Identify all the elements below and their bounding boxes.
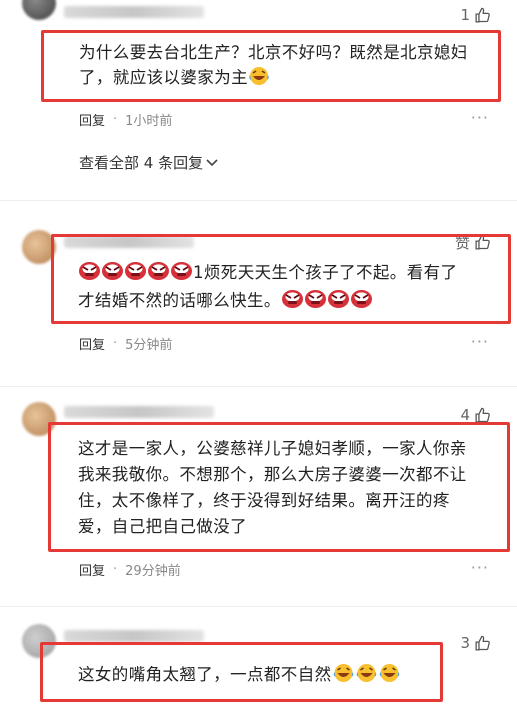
- thumbs-up-icon: [475, 635, 490, 651]
- divider: [0, 200, 517, 201]
- username-redacted: [64, 630, 204, 642]
- comment-line: 1烦死天天生个孩子了不起。看有了: [78, 260, 503, 288]
- angry-emoji-icon: [327, 289, 350, 316]
- like-count: 3: [460, 634, 470, 652]
- comment-4: 3 这女的嘴角太翘了，一点都不自然: [0, 618, 517, 709]
- like-button[interactable]: 3: [460, 634, 491, 652]
- comment-meta: 回复 · 5分钟前: [79, 334, 172, 353]
- more-options-button[interactable]: ···: [471, 108, 489, 127]
- reply-button[interactable]: 回复: [79, 560, 105, 579]
- separator-dot: ·: [113, 112, 118, 127]
- angry-emoji-icon: [170, 261, 193, 288]
- username-redacted: [64, 406, 214, 418]
- angry-emoji-icon: [147, 261, 170, 288]
- comment-line: 才结婚不然的话哪么快生。: [78, 288, 503, 316]
- comment-text: 这才是一家人，公婆慈祥儿子媳妇孝顺，一家人你亲 我来我敬你。不想那个，那么大房子…: [78, 436, 503, 540]
- comment-line: 这才是一家人，公婆慈祥儿子媳妇孝顺，一家人你亲: [78, 439, 467, 458]
- comment-1: 1 为什么要去台北生产？北京不好吗？既然是北京媳妇 了，就应该以婆家为主 回复 …: [0, 0, 517, 190]
- laughing-emoji-icon: [248, 66, 270, 93]
- angry-emoji-group: [281, 290, 373, 310]
- angry-emoji-icon: [304, 289, 327, 316]
- divider: [0, 606, 517, 607]
- chevron-down-icon: [206, 158, 218, 166]
- comment-3: 4 这才是一家人，公婆慈祥儿子媳妇孝顺，一家人你亲 我来我敬你。不想那个，那么大…: [0, 396, 517, 596]
- comment-line: 了，就应该以婆家为主: [79, 65, 494, 93]
- comment-line-text: 才结婚不然的话哪么快生。: [78, 291, 281, 310]
- like-count: 1: [460, 6, 470, 24]
- more-options-button[interactable]: ···: [471, 332, 489, 351]
- angry-emoji-icon: [124, 261, 147, 288]
- separator-dot: ·: [113, 562, 118, 577]
- timestamp: 5分钟前: [125, 338, 173, 353]
- comment-text: 这女的嘴角太翘了，一点都不自然: [78, 662, 438, 690]
- angry-emoji-group: [78, 262, 193, 282]
- comment-line-text: 这女的嘴角太翘了，一点都不自然: [78, 665, 332, 684]
- laughing-emoji-icon: [332, 663, 355, 690]
- thumbs-up-icon: [475, 7, 490, 23]
- comment-text: 1烦死天天生个孩子了不起。看有了 才结婚不然的话哪么快生。: [78, 260, 503, 316]
- avatar[interactable]: [22, 0, 56, 20]
- view-all-label: 查看全部 4 条回复: [79, 154, 204, 172]
- timestamp: 29分钟前: [125, 564, 181, 579]
- like-button[interactable]: 1: [460, 6, 491, 24]
- comment-meta: 回复 · 29分钟前: [79, 560, 181, 579]
- reply-button[interactable]: 回复: [79, 334, 105, 353]
- laughing-emoji-icon: [378, 663, 401, 690]
- comment-line-text: 了，就应该以婆家为主: [79, 68, 248, 87]
- angry-emoji-icon: [350, 289, 373, 316]
- comment-line: 爱，自己把自己做没了: [78, 517, 247, 536]
- angry-emoji-icon: [281, 289, 304, 316]
- view-all-replies-link[interactable]: 查看全部 4 条回复: [79, 152, 218, 173]
- comment-line-text: 1烦死天天生个孩子了不起。看有了: [193, 263, 458, 282]
- thumbs-up-icon: [475, 407, 490, 423]
- comment-meta: 回复 · 1小时前: [79, 110, 172, 129]
- comment-2: 赞 1烦死天天生个孩子了不起。看有了 才结婚不然的话哪么快生。 回复 · 5分钟…: [0, 222, 517, 372]
- angry-emoji-icon: [78, 261, 101, 288]
- username-redacted: [64, 6, 204, 18]
- comment-line: 住，太不像样了，终于没得到好结果。离开汪的疼: [78, 491, 450, 510]
- laughing-emoji-group: [332, 664, 401, 684]
- angry-emoji-icon: [101, 261, 124, 288]
- more-options-button[interactable]: ···: [471, 558, 489, 577]
- reply-button[interactable]: 回复: [79, 110, 105, 129]
- comment-text: 为什么要去台北生产？北京不好吗？既然是北京媳妇 了，就应该以婆家为主: [79, 40, 494, 93]
- comment-line: 我来我敬你。不想那个，那么大房子婆婆一次都不让: [78, 465, 467, 484]
- separator-dot: ·: [113, 336, 118, 351]
- comment-line: 为什么要去台北生产？北京不好吗？既然是北京媳妇: [79, 43, 468, 62]
- laughing-emoji-icon: [355, 663, 378, 690]
- divider: [0, 386, 517, 387]
- timestamp: 1小时前: [125, 114, 173, 129]
